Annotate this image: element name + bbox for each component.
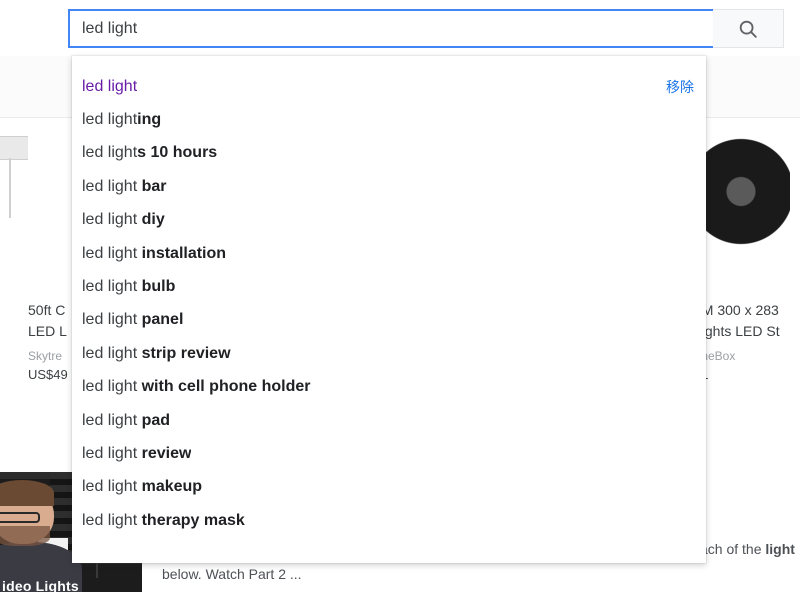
search-icon <box>737 18 759 40</box>
suggestion-completion: diy <box>141 211 165 229</box>
suggestion-item[interactable]: led light bar <box>72 170 706 203</box>
suggestion-prefix: led light <box>82 144 138 162</box>
suggestion-prefix: led light <box>82 378 142 396</box>
product-price: 91 <box>694 367 800 382</box>
suggestion-item[interactable]: led light diy <box>72 204 706 237</box>
search-button[interactable] <box>713 9 784 48</box>
glasses-icon <box>0 512 40 523</box>
screen-root: . 50ft C LED L Skytre US$49 5M 300 x 283… <box>0 0 800 592</box>
suggestion-item[interactable]: led light strip review <box>72 337 706 370</box>
suggestion-completion: bar <box>141 177 167 195</box>
suggestion-text: led light diy <box>82 210 165 230</box>
product-card[interactable] <box>790 119 800 439</box>
suggestion-text: led light review <box>82 444 191 464</box>
product-image <box>694 119 800 279</box>
suggestion-item[interactable]: led light installation <box>72 237 706 270</box>
suggestion-text: led light bulb <box>82 277 175 297</box>
video-person-beard <box>0 526 50 546</box>
suggestion-text: led light panel <box>82 310 183 330</box>
suggestion-prefix: led light <box>82 511 142 529</box>
snippet-text: ach of the <box>700 541 766 557</box>
suggestion-text: led light bar <box>82 177 167 197</box>
video-person-hair <box>0 480 54 506</box>
suggestion-item[interactable]: led lighting <box>72 103 706 136</box>
suggestion-text: led light with cell phone holder <box>82 377 311 397</box>
search-suggestions-dropdown: led light 移除 led lighting led lights 10 … <box>72 56 706 563</box>
product-title-line2: Lights LED St <box>694 323 780 339</box>
suggestion-item[interactable]: led light with cell phone holder <box>72 371 706 404</box>
result-snippet-right: ach of the light <box>700 539 795 559</box>
suggestion-prefix: led light <box>82 478 142 496</box>
remove-suggestion-button[interactable]: 移除 <box>666 77 694 97</box>
suggestion-prefix: led light <box>82 111 138 129</box>
suggestion-item-history[interactable]: led light 移除 <box>72 70 706 103</box>
snippet-highlight: light <box>765 541 795 557</box>
suggestion-text: led light <box>82 77 137 97</box>
led-strip-thumbnail-icon <box>699 124 800 274</box>
suggestion-text: led lighting <box>82 110 161 130</box>
search-bar <box>68 9 784 48</box>
suggestion-prefix: led light <box>82 211 142 229</box>
suggestion-item[interactable]: led light pad <box>72 404 706 437</box>
suggestion-item[interactable]: led light review <box>72 437 706 470</box>
suggestion-item[interactable]: led light makeup <box>72 471 706 504</box>
suggestion-prefix: led light <box>82 411 142 429</box>
suggestion-prefix: led light <box>82 77 138 95</box>
suggestion-item[interactable]: led light panel <box>72 304 706 337</box>
suggestion-text: led light makeup <box>82 477 202 497</box>
suggestion-prefix: led light <box>82 177 142 195</box>
suggestion-completion: makeup <box>141 478 203 496</box>
suggestion-completion: strip review <box>141 344 231 362</box>
product-seller: TheBox <box>694 349 736 363</box>
product-title-line1: 5M 300 x 283 <box>694 302 779 318</box>
suggestion-completion: installation <box>141 244 227 262</box>
suggestion-text: led lights 10 hours <box>82 143 217 163</box>
video-caption: ideo Lights <box>2 578 79 592</box>
suggestion-completion: therapy mask <box>141 511 245 529</box>
product-card[interactable]: 5M 300 x 283 Lights LED St TheBox 91 <box>694 119 800 439</box>
suggestion-completion: ing <box>137 111 162 129</box>
suggestion-text: led light installation <box>82 244 226 264</box>
suggestion-prefix: led light <box>82 444 142 462</box>
suggestion-completion: pad <box>141 411 171 429</box>
suggestion-text: led light therapy mask <box>82 511 245 531</box>
suggestion-prefix: led light <box>82 244 142 262</box>
suggestion-completion: panel <box>141 311 184 329</box>
result-snippet-left: below. Watch Part 2 ... <box>162 566 302 582</box>
product-image <box>790 119 800 279</box>
suggestion-completion: review <box>141 444 192 462</box>
suggestion-prefix: led light <box>82 344 142 362</box>
suggestion-item[interactable]: led lights 10 hours <box>72 137 706 170</box>
suggestion-text: led light pad <box>82 411 170 431</box>
search-input[interactable] <box>70 11 713 46</box>
suggestion-prefix: led light <box>82 311 142 329</box>
suggestion-item[interactable]: led light therapy mask <box>72 504 706 537</box>
suggestion-item[interactable]: led light bulb <box>72 270 706 303</box>
search-input-wrapper[interactable] <box>68 9 713 48</box>
suggestion-completion: bulb <box>141 278 176 296</box>
suggestion-completion: with cell phone holder <box>141 378 311 396</box>
suggestion-prefix: led light <box>82 278 142 296</box>
suggestion-text: led light strip review <box>82 344 231 364</box>
suggestion-completion: s 10 hours <box>137 144 218 162</box>
